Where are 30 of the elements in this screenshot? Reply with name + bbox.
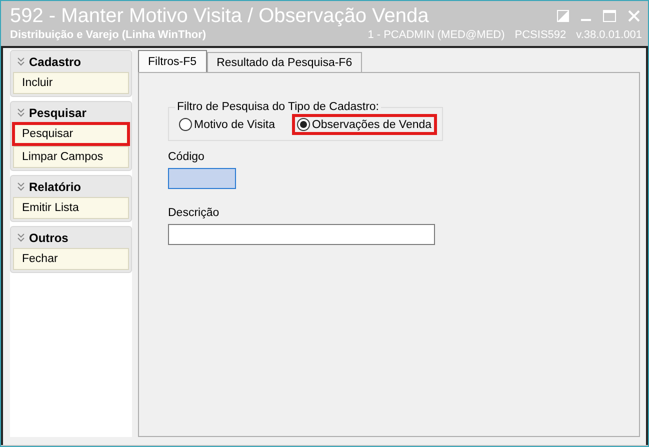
chevron-icon[interactable] [17,182,25,191]
maximize-icon[interactable] [603,10,616,22]
sidebar-item[interactable]: Limpar Campos [13,146,129,168]
input-field[interactable] [168,168,236,189]
group-title: Cadastro [29,54,82,68]
field-label: Código [168,151,204,163]
group-title: Pesquisar [29,106,86,120]
group-title: Filtro de Pesquisa do Tipo de Cadastro: [176,101,380,113]
restore-icon[interactable] [557,10,569,22]
input-field[interactable] [168,224,435,245]
sidebar-item[interactable]: Incluir [13,72,129,94]
group-title: Outros [29,230,68,244]
chevron-icon[interactable] [17,57,25,66]
window-title: 592 - Manter Motivo Visita / Observação Venda [10,4,429,28]
chevron-icon[interactable] [17,108,25,117]
program-code: PCSIS592 [514,28,566,42]
close-icon[interactable] [628,10,640,22]
tab[interactable]: Filtros-F5 [138,50,207,72]
user-label: 1 - PCADMIN (MED@MED) [368,28,505,42]
tab[interactable]: Resultado da Pesquisa-F6 [206,52,362,72]
group-title: Relatório [29,180,82,194]
chevron-icon[interactable] [17,233,25,242]
radio-option[interactable]: Observações de Venda [292,115,436,134]
version-label: v.38.0.01.001 [576,28,642,42]
field-label: Descrição [168,207,220,219]
window-subtitle: Distribuição e Varejo (Linha WinThor) [10,28,206,42]
radio-option[interactable]: Motivo de Visita [175,115,279,134]
sidebar-item[interactable]: Pesquisar [13,123,129,145]
sidebar-item[interactable]: Fechar [13,248,129,270]
sidebar-item[interactable]: Emitir Lista [13,197,129,219]
